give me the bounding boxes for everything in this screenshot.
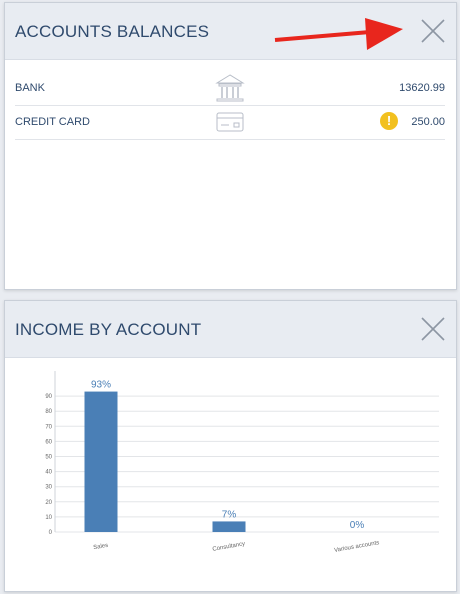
y-tick-label: 60 [45, 439, 52, 445]
bar [212, 521, 246, 532]
annotation-arrow-icon [274, 18, 403, 50]
account-label: BANK [15, 82, 45, 94]
category-label: Consultancy [212, 541, 246, 553]
close-icon [421, 317, 445, 341]
category-label: Various accounts [334, 540, 380, 554]
account-label: CREDIT CARD [15, 116, 90, 128]
income-panel-title: INCOME BY ACCOUNT [15, 320, 202, 339]
y-tick-label: 70 [45, 424, 52, 430]
y-tick-label: 20 [45, 500, 52, 506]
y-tick-label: 0 [49, 530, 53, 536]
data-label: 0% [350, 520, 365, 531]
account-row-credit-card[interactable]: CREDIT CARD ! 250.00 [15, 105, 445, 140]
income-by-account-panel: INCOME BY ACCOUNT 0 10 20 30 40 50 60 70 80 90 93%… [4, 300, 457, 592]
close-income-panel-button[interactable] [420, 316, 446, 342]
income-panel-header: INCOME BY ACCOUNT [5, 301, 456, 358]
account-amount: 250.00 [411, 116, 445, 128]
y-tick-label: 40 [45, 470, 52, 476]
account-row-bank[interactable]: BANK 13620.99 [15, 71, 445, 106]
income-bar-chart: 0 10 20 30 40 50 60 70 80 90 93% Sales 7% Consultancy… [45, 371, 439, 554]
y-tick-label: 10 [45, 515, 52, 521]
category-label: Sales [93, 543, 109, 552]
y-tick-label: 90 [45, 394, 52, 400]
y-tick-label: 30 [45, 485, 52, 491]
data-label: 93% [91, 380, 111, 391]
y-tick-label: 80 [45, 409, 52, 415]
account-amount: 13620.99 [399, 82, 445, 94]
y-tick-label: 50 [45, 455, 52, 461]
warning-icon[interactable]: ! [380, 112, 398, 130]
accounts-panel-title: ACCOUNTS BALANCES [15, 22, 210, 41]
close-accounts-panel-button[interactable] [420, 18, 446, 44]
bar [84, 391, 118, 532]
close-icon [421, 19, 445, 43]
data-label: 7% [222, 509, 237, 520]
credit-card-icon [215, 107, 245, 142]
bank-icon [215, 73, 245, 108]
